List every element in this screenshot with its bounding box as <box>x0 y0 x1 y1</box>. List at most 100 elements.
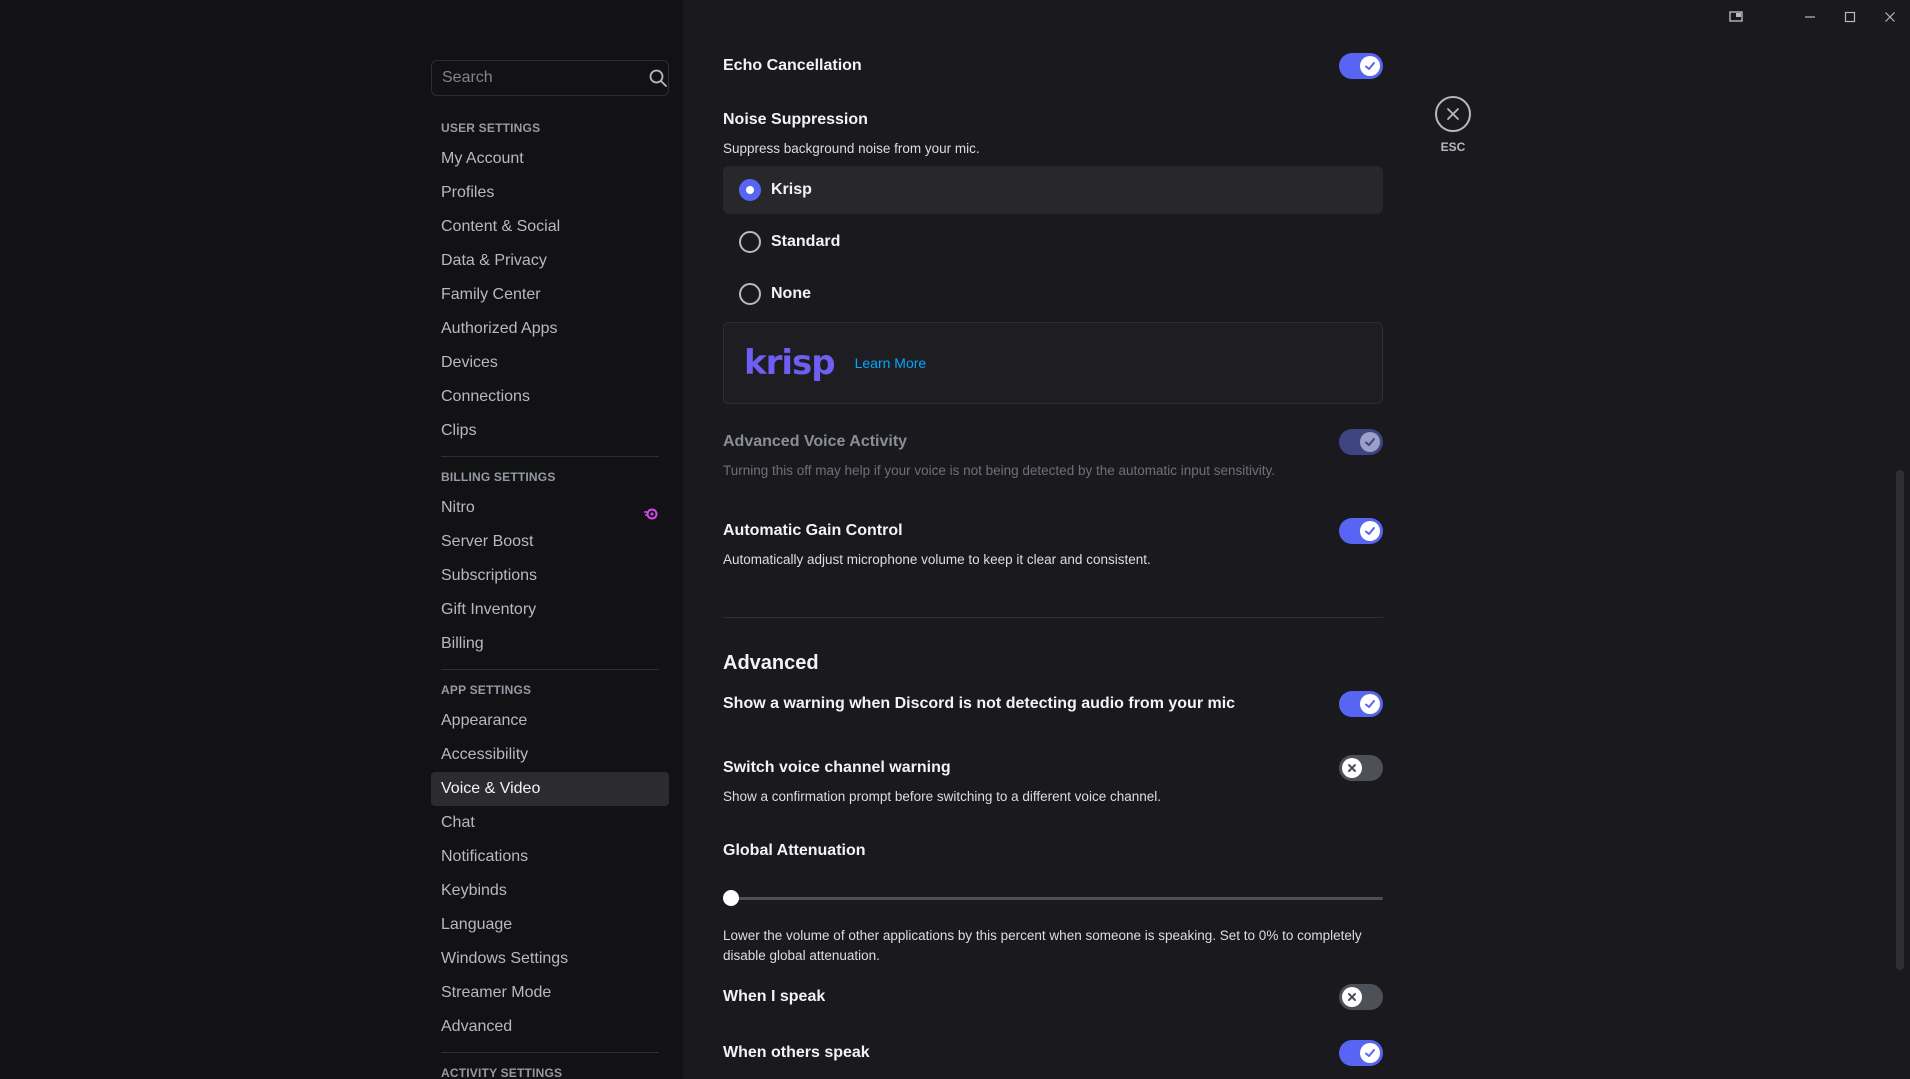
echo-cancellation-title: Echo Cancellation <box>723 57 862 74</box>
sidebar-divider <box>441 1052 659 1053</box>
echo-cancellation-toggle[interactable] <box>1339 53 1383 79</box>
activity-settings-header: ACTIVITY SETTINGS <box>441 1066 563 1079</box>
radio-button[interactable] <box>739 283 761 305</box>
sidebar-item-keybinds[interactable]: Keybinds <box>431 874 669 908</box>
inbox-icon[interactable] <box>1716 0 1756 34</box>
advanced-voice-activity-title: Advanced Voice Activity <box>723 433 908 450</box>
when-i-speak-toggle[interactable] <box>1339 984 1383 1010</box>
sidebar-item-family-center[interactable]: Family Center <box>431 278 669 312</box>
check-icon <box>1360 432 1380 452</box>
sidebar-item-devices[interactable]: Devices <box>431 346 669 380</box>
mic-warning-title: Show a warning when Discord is not detec… <box>723 695 1236 712</box>
search-box[interactable] <box>431 60 669 96</box>
sidebar-item-connections[interactable]: Connections <box>431 380 669 414</box>
maximize-icon[interactable] <box>1830 0 1870 34</box>
esc-label: ESC <box>1440 140 1466 154</box>
radio-option-none[interactable]: None <box>723 270 1383 318</box>
sidebar-item-nitro[interactable]: Nitro <box>431 491 669 525</box>
switch-channel-desc: Show a confirmation prompt before switch… <box>723 789 1161 804</box>
user-settings-header: USER SETTINGS <box>441 121 541 135</box>
radio-button[interactable] <box>739 231 761 253</box>
sidebar-item-clips[interactable]: Clips <box>431 414 669 448</box>
nitro-icon <box>643 501 659 520</box>
automatic-gain-control-row: Automatic Gain Control <box>723 518 1383 544</box>
when-i-speak-title: When I speak <box>723 988 826 1005</box>
advanced-voice-activity-section: Advanced Voice Activity Turning this off… <box>723 429 1383 478</box>
section-divider <box>723 617 1383 618</box>
advanced-heading: Advanced <box>723 652 819 674</box>
check-icon <box>1360 1043 1380 1063</box>
when-others-speak-toggle[interactable] <box>1339 1040 1383 1066</box>
learn-more-link[interactable]: Learn More <box>855 355 927 371</box>
window-close-icon[interactable] <box>1870 0 1910 34</box>
radio-label: None <box>771 285 811 302</box>
scrollbar[interactable] <box>1896 470 1904 970</box>
sidebar-item-billing[interactable]: Billing <box>431 627 669 661</box>
switch-channel-row: Switch voice channel warning <box>723 755 1383 781</box>
radio-button[interactable] <box>739 179 761 201</box>
advanced-voice-activity-toggle[interactable] <box>1339 429 1383 455</box>
when-others-speak-row: When others speak <box>723 1040 1383 1066</box>
check-icon <box>1360 56 1380 76</box>
switch-channel-toggle[interactable] <box>1339 755 1383 781</box>
global-attenuation-slider[interactable] <box>723 888 1383 908</box>
slider-track[interactable] <box>727 897 1383 900</box>
sidebar-item-server-boost[interactable]: Server Boost <box>431 525 669 559</box>
sidebar-item-content-social[interactable]: Content & Social <box>431 210 669 244</box>
sidebar-item-windows-settings[interactable]: Windows Settings <box>431 942 669 976</box>
search-icon[interactable] <box>649 68 667 88</box>
sidebar-item-appearance[interactable]: Appearance <box>431 704 669 738</box>
when-others-speak-title: When others speak <box>723 1044 870 1061</box>
sidebar-item-voice-video[interactable]: Voice & Video <box>431 772 669 806</box>
slider-thumb[interactable] <box>723 890 739 906</box>
voice-video-settings: Echo Cancellation Noise Suppression Supp… <box>723 0 1383 1066</box>
sidebar-item-profiles[interactable]: Profiles <box>431 176 669 210</box>
minimize-icon[interactable] <box>1790 0 1830 34</box>
when-i-speak-row: When I speak <box>723 984 1383 1010</box>
close-button[interactable] <box>1435 96 1471 132</box>
sidebar-item-label: Nitro <box>441 499 475 516</box>
noise-suppression-desc: Suppress background noise from your mic. <box>723 141 980 156</box>
settings-content: Echo Cancellation Noise Suppression Supp… <box>683 0 1910 1079</box>
automatic-gain-control-desc: Automatically adjust microphone volume t… <box>723 552 1151 567</box>
sidebar-divider <box>441 456 659 457</box>
check-icon <box>1360 521 1380 541</box>
sidebar-item-subscriptions[interactable]: Subscriptions <box>431 559 669 593</box>
radio-option-standard[interactable]: Standard <box>723 218 1383 266</box>
search-input[interactable] <box>442 69 649 87</box>
echo-cancellation-row: Echo Cancellation <box>723 53 1383 79</box>
x-icon <box>1342 987 1362 1007</box>
sidebar-item-data-privacy[interactable]: Data & Privacy <box>431 244 669 278</box>
noise-suppression-title: Noise Suppression <box>723 111 868 128</box>
window-controls <box>1716 0 1910 34</box>
advanced-voice-activity-row: Advanced Voice Activity <box>723 429 1383 455</box>
global-attenuation-desc: Lower the volume of other applications b… <box>723 928 1362 963</box>
sidebar-item-chat[interactable]: Chat <box>431 806 669 840</box>
sidebar-item-gift-inventory[interactable]: Gift Inventory <box>431 593 669 627</box>
sidebar-item-authorized-apps[interactable]: Authorized Apps <box>431 312 669 346</box>
sidebar-item-streamer-mode[interactable]: Streamer Mode <box>431 976 669 1010</box>
switch-channel-title: Switch voice channel warning <box>723 759 951 776</box>
advanced-voice-activity-desc: Turning this off may help if your voice … <box>723 463 1276 478</box>
sidebar-item-accessibility[interactable]: Accessibility <box>431 738 669 772</box>
sidebar-divider <box>441 669 659 670</box>
sidebar-item-advanced[interactable]: Advanced <box>431 1010 669 1044</box>
close-settings[interactable]: ESC <box>1423 96 1483 154</box>
sidebar-content: USER SETTINGS My Account Profiles Conten… <box>431 60 669 1079</box>
automatic-gain-control-toggle[interactable] <box>1339 518 1383 544</box>
close-icon <box>1447 108 1459 120</box>
global-attenuation-title: Global Attenuation <box>723 842 866 859</box>
app-settings-header: APP SETTINGS <box>441 683 532 697</box>
settings-window: USER SETTINGS My Account Profiles Conten… <box>0 0 1910 1079</box>
x-icon <box>1342 758 1362 778</box>
check-icon <box>1360 694 1380 714</box>
sidebar-item-language[interactable]: Language <box>431 908 669 942</box>
radio-option-krisp[interactable]: Krisp <box>723 166 1383 214</box>
sidebar-item-my-account[interactable]: My Account <box>431 142 669 176</box>
automatic-gain-control-title: Automatic Gain Control <box>723 522 903 539</box>
mic-warning-row: Show a warning when Discord is not detec… <box>723 691 1383 717</box>
sidebar-item-notifications[interactable]: Notifications <box>431 840 669 874</box>
settings-sidebar: USER SETTINGS My Account Profiles Conten… <box>0 0 683 1079</box>
krisp-banner: krisp Learn More <box>723 322 1383 404</box>
mic-warning-toggle[interactable] <box>1339 691 1383 717</box>
